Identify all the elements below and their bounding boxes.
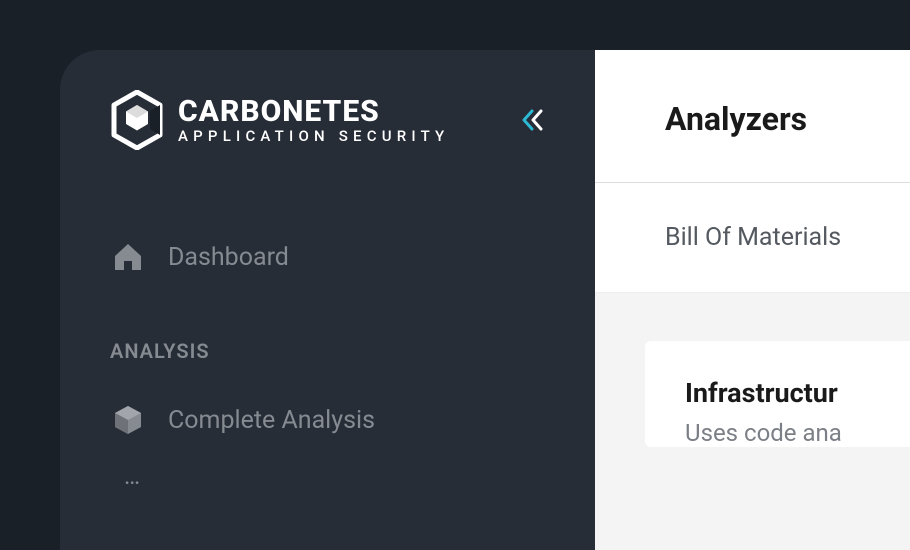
sidebar-item-label: Dashboard — [168, 243, 289, 272]
sidebar: CARBONETES APPLICATION SECURITY Dashboar… — [60, 50, 595, 550]
sidebar-item-label: Complete Analysis — [168, 406, 375, 435]
page-title: Analyzers — [665, 100, 910, 138]
panel-header: Analyzers — [595, 50, 910, 183]
sidebar-item-dashboard[interactable]: Dashboard — [60, 225, 595, 289]
card-title: Infrastructur — [685, 377, 910, 409]
brand-tagline: APPLICATION SECURITY — [178, 129, 449, 144]
collapse-sidebar-button[interactable] — [519, 107, 545, 133]
app-frame: CARBONETES APPLICATION SECURITY Dashboar… — [60, 50, 910, 550]
sidebar-item-complete-analysis[interactable]: Complete Analysis — [60, 388, 595, 452]
tabs: Bill Of Materials — [595, 183, 910, 293]
content-area: Infrastructur Uses code ana — [595, 293, 910, 550]
chevron-double-left-icon — [519, 107, 545, 133]
analyzer-card[interactable]: Infrastructur Uses code ana — [645, 341, 910, 447]
cube-icon — [110, 402, 146, 438]
home-icon — [110, 239, 146, 275]
tab-bill-of-materials[interactable]: Bill Of Materials — [665, 223, 841, 252]
logo-text: CARBONETES APPLICATION SECURITY — [178, 97, 449, 144]
brand-logo-icon — [110, 90, 164, 150]
card-description: Uses code ana — [685, 419, 910, 447]
more-indicator: … — [60, 452, 595, 488]
main-panel: Analyzers Bill Of Materials Infrastructu… — [595, 50, 910, 550]
sidebar-header: CARBONETES APPLICATION SECURITY — [60, 90, 595, 150]
brand-name: CARBONETES — [178, 97, 449, 127]
logo[interactable]: CARBONETES APPLICATION SECURITY — [110, 90, 449, 150]
sidebar-section-header: ANALYSIS — [60, 339, 595, 363]
